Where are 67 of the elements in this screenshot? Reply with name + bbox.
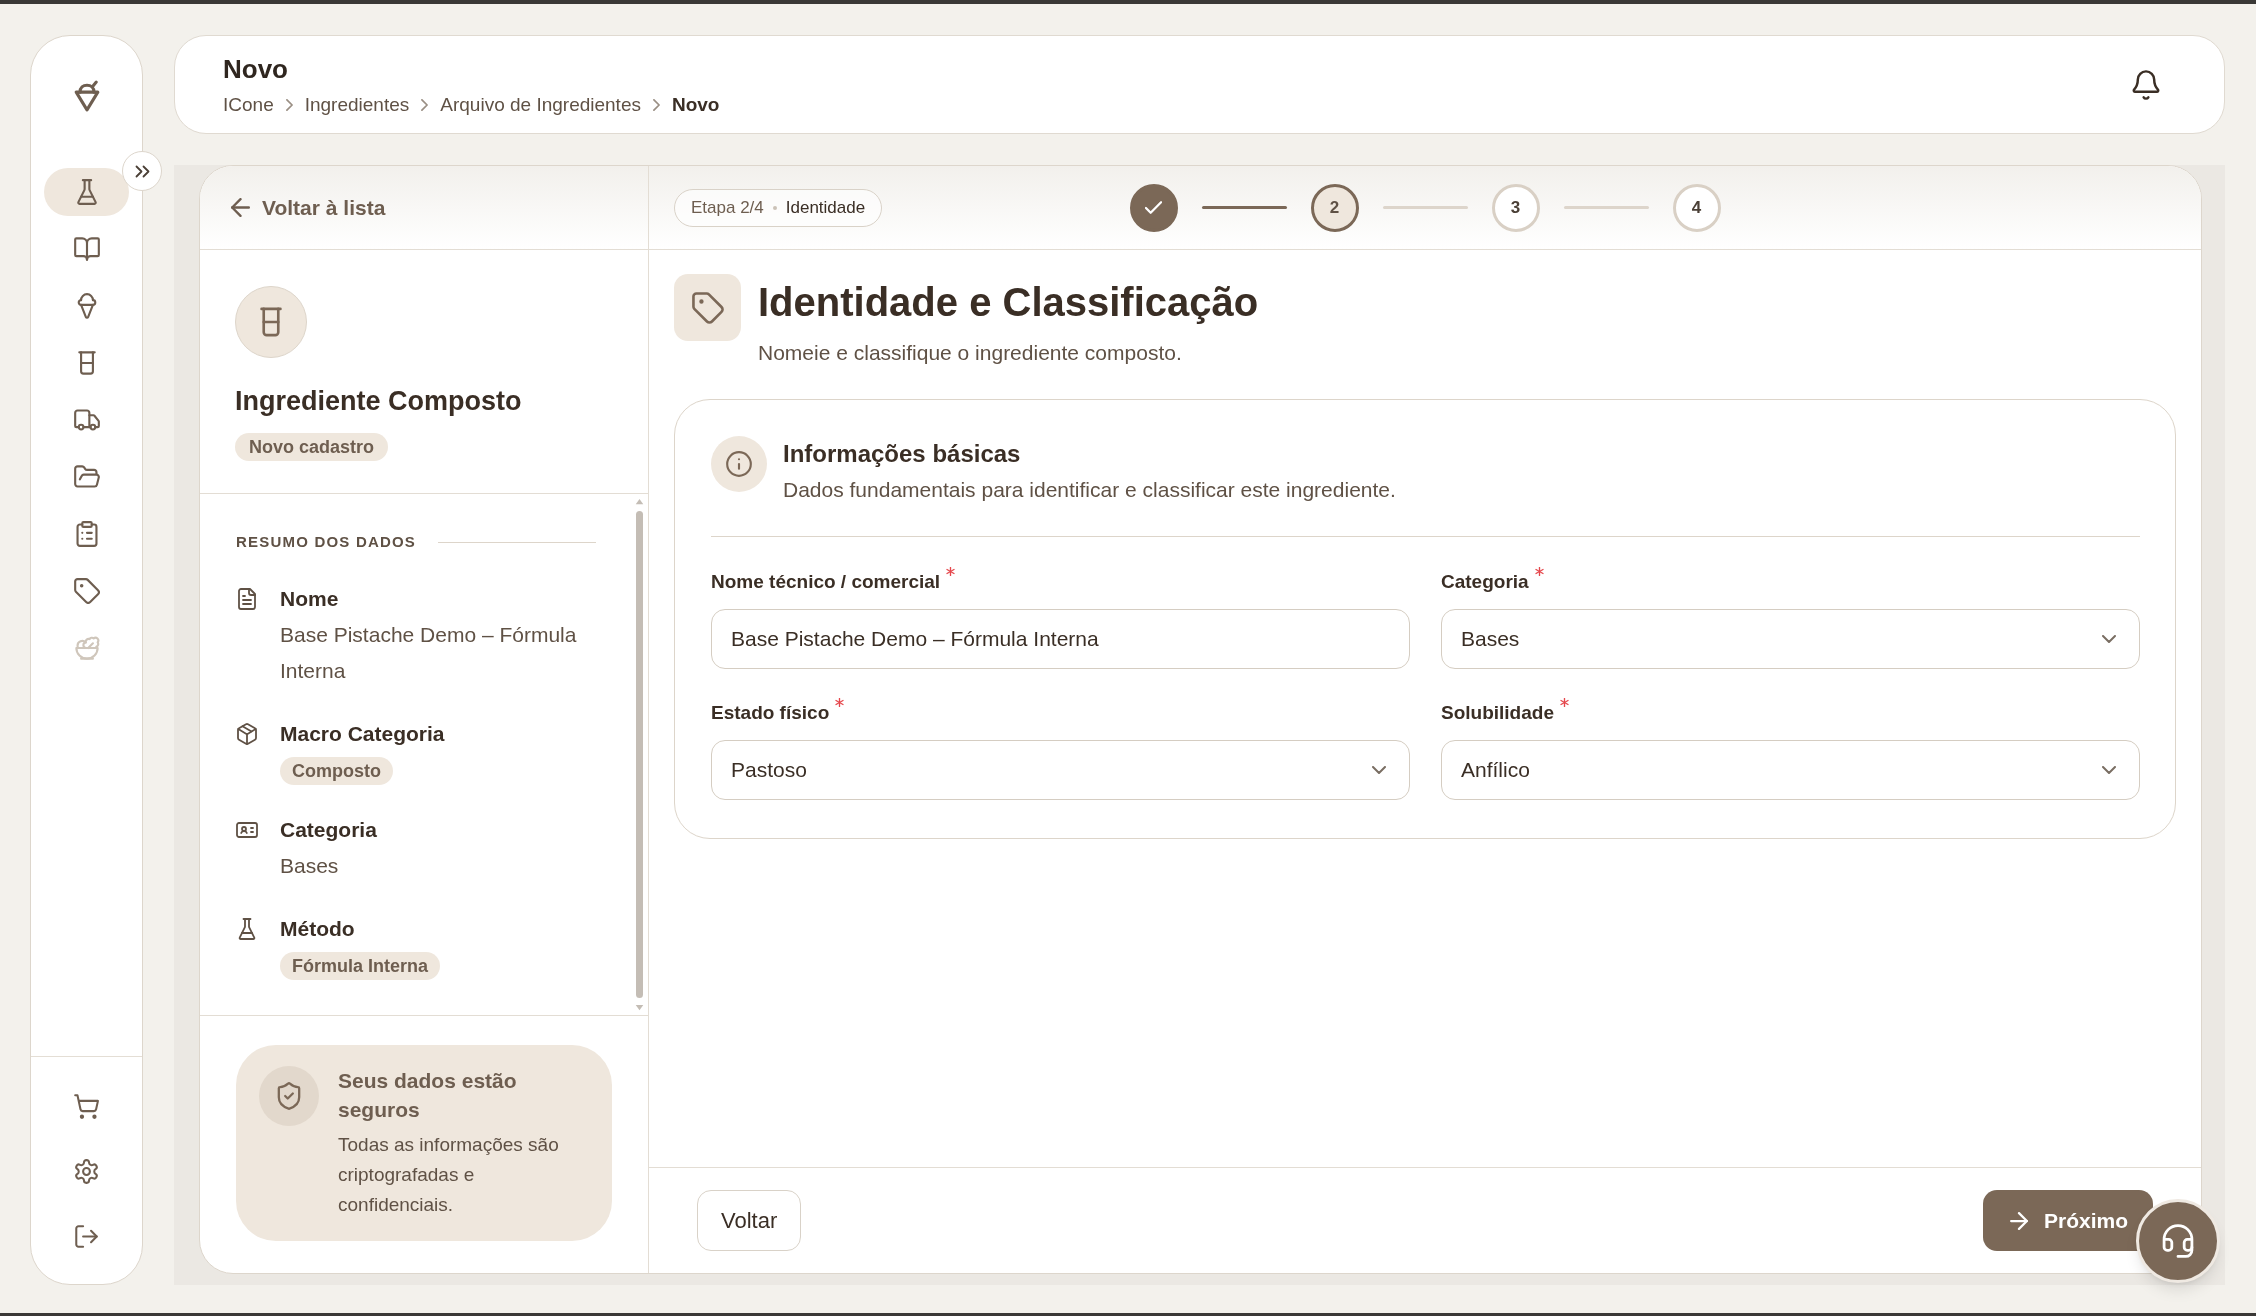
flask-icon: [236, 918, 258, 940]
arrow-right-icon: [2009, 1211, 2028, 1230]
chevron-right-icon: [421, 98, 429, 111]
field-label: Categoria: [1441, 570, 1529, 594]
info-icon: [711, 436, 767, 492]
headset-icon: [2161, 1224, 2195, 1258]
clipboard-list-icon: [73, 521, 100, 547]
card-description: Dados fundamentais para identificar e classificar este ingrediente.: [783, 477, 1396, 503]
section-title: Identidade e Classificação: [758, 279, 1259, 326]
page-title: Novo: [223, 52, 288, 85]
expand-sidebar-button[interactable]: [122, 151, 162, 191]
open-book-icon: [73, 236, 100, 262]
summary-label: Nome: [280, 586, 339, 612]
security-note-title: Seus dados estão seguros: [338, 1068, 518, 1123]
summary-value: Bases: [280, 853, 339, 879]
step-indicator[interactable]: 3: [1491, 183, 1540, 232]
tag-icon: [73, 578, 100, 604]
chevron-right-icon: [652, 98, 660, 111]
id-card-icon: [236, 819, 258, 841]
truck-icon: [73, 407, 100, 433]
field-label: Estado físico: [711, 701, 830, 725]
breadcrumb-link[interactable]: Novo: [671, 92, 720, 117]
section-subtitle: Nomeie e classifique o ingrediente composto.: [758, 340, 1182, 366]
field-label: Solubilidade: [1441, 701, 1554, 725]
scrollbar-thumb[interactable]: [635, 511, 643, 998]
salad-bowl-icon: [73, 635, 100, 661]
double-chevron-right-icon: [134, 164, 150, 178]
tag-icon: [674, 274, 741, 341]
box-icon: [236, 723, 258, 745]
section-heading: RESUMO DOS DADOS: [236, 532, 417, 552]
settings-icon[interactable]: [74, 1158, 99, 1184]
chevron-right-icon: [285, 98, 293, 111]
summary-tag: Composto: [280, 757, 393, 785]
document-icon: [236, 588, 258, 610]
chevron-down-icon: [2102, 766, 2116, 774]
chevron-down-icon: [2102, 635, 2116, 643]
shopping-cart-icon[interactable]: [74, 1093, 99, 1119]
step-count: Etapa 2/4: [691, 197, 764, 218]
nav-item[interactable]: [44, 168, 129, 216]
folder-icon: [73, 464, 100, 490]
logout-icon[interactable]: [74, 1223, 99, 1249]
next-button[interactable]: Próximo: [1982, 1190, 2153, 1251]
select-field[interactable]: Bases: [1441, 609, 2140, 669]
security-note-text: Todas as informações são criptografadas e confidenciais.: [338, 1133, 560, 1217]
back-button[interactable]: Voltar: [697, 1190, 802, 1251]
summary-label: Categoria: [280, 817, 377, 843]
step-indicator[interactable]: 2: [1310, 183, 1359, 232]
field-label: Nome técnico / comercial: [711, 570, 941, 594]
notification-bell-icon[interactable]: [2131, 69, 2161, 100]
step-indicator[interactable]: 4: [1672, 183, 1721, 232]
select-field[interactable]: Pastoso: [711, 740, 1410, 800]
status-badge: Novo cadastro: [235, 433, 389, 461]
select-field[interactable]: Anfílico: [1441, 740, 2140, 800]
card-title: Informações básicas: [783, 439, 1021, 469]
chevron-down-icon: [1372, 766, 1386, 774]
breadcrumb-link[interactable]: Ingredientes: [304, 92, 410, 117]
ingredient-title: Ingrediente Composto: [235, 385, 522, 418]
summary-tag: Fórmula Interna: [280, 952, 441, 980]
breadcrumb-link[interactable]: Arquivo de Ingredientes: [440, 92, 641, 117]
summary-label: Método: [280, 916, 355, 942]
step-name: Identidade: [785, 197, 866, 218]
back-to-list-link[interactable]: Voltar à lista: [231, 193, 386, 222]
breadcrumb-link[interactable]: ICone: [223, 92, 274, 117]
summary-label: Macro Categoria: [280, 721, 445, 747]
text-field[interactable]: Base Pistache Demo – Fórmula Interna: [711, 609, 1410, 669]
summary-value: Base Pistache Demo – Fórmula Interna: [280, 622, 578, 684]
check-icon: [1145, 201, 1162, 214]
